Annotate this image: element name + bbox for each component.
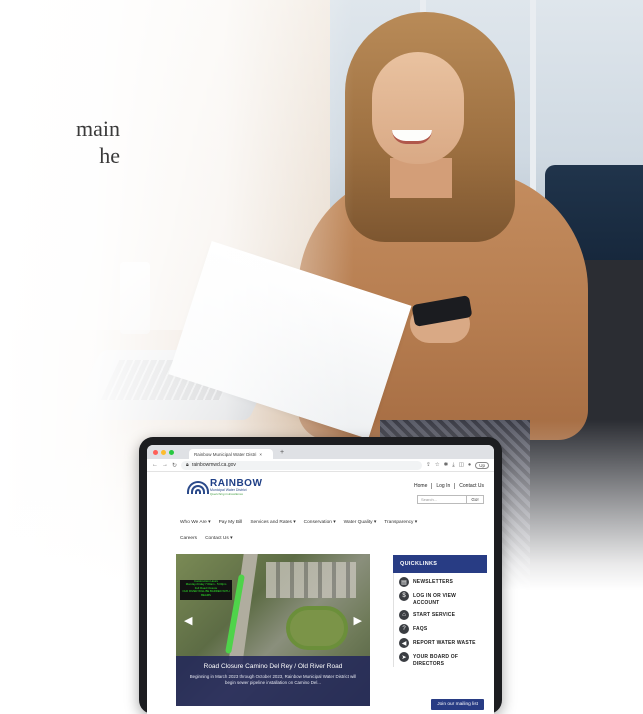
tab-close-icon[interactable]: × <box>259 452 262 457</box>
bookmark-star-icon[interactable]: ☆ <box>435 462 440 468</box>
quicklinks-heading: QUICKLINKS <box>393 555 487 573</box>
construction-sign: Construction Hours Monday-Friday 7:00am … <box>180 579 232 600</box>
slide-caption: Road Closure Camino Del Rey / Old River … <box>176 656 370 706</box>
megaphone-icon: ◀ <box>399 638 409 648</box>
sidebar-icon[interactable]: ◫ <box>459 462 464 468</box>
site-search: Search... Go! <box>417 495 484 504</box>
browser-tab-bar: Rainbow Municipal Water Distri × + <box>147 445 494 459</box>
download-icon[interactable]: ⤓ <box>452 462 454 469</box>
minimize-window-dot[interactable] <box>161 449 166 455</box>
update-button[interactable]: Up <box>475 461 489 469</box>
nav-conservation[interactable]: Conservation ▾ <box>304 520 336 525</box>
headline-line-2: he <box>99 143 120 168</box>
contact-us-link[interactable]: Contact Us <box>459 483 484 489</box>
headline-line-1: main <box>76 116 120 141</box>
rainbow-arc-icon <box>187 480 209 494</box>
tab-title: Rainbow Municipal Water Distri <box>194 451 257 457</box>
share-icon[interactable]: ⇪ <box>426 462 431 468</box>
quicklinks-panel: QUICKLINKS ▤ NEWSLETTERS $ LOG IN OR VIE… <box>393 555 487 706</box>
newsletter-icon: ▤ <box>399 577 409 587</box>
address-bar[interactable]: 🔒︎ rainbowmwd.ca.gov <box>181 460 423 470</box>
quicklink-start-service[interactable]: ⌂ START SERVICE <box>399 610 487 620</box>
home-icon: ⌂ <box>399 610 409 620</box>
url-text: rainbowmwd.ca.gov <box>191 462 236 468</box>
maximize-window-dot[interactable] <box>169 449 174 455</box>
nav-careers[interactable]: Careers <box>180 536 197 541</box>
quicklink-report-water-waste[interactable]: ◀ REPORT WATER WASTE <box>399 638 487 648</box>
arrow-icon: ➤ <box>399 652 409 662</box>
login-link[interactable]: Log In <box>436 483 450 489</box>
content-area: Construction Hours Monday-Friday 7:00am … <box>147 546 494 706</box>
forward-icon[interactable]: → <box>162 462 168 468</box>
site-header: RAINBOW Municipal Water District Quenchi… <box>147 472 494 514</box>
headline: main he <box>0 115 120 169</box>
quicklink-log-in[interactable]: $ LOG IN OR VIEW ACCOUNT <box>399 591 487 606</box>
chevron-left-icon[interactable]: ◀ <box>184 614 192 627</box>
search-input[interactable]: Search... <box>417 495 467 504</box>
quicklink-board-of-directors[interactable]: ➤ YOUR BOARD OF DIRECTORS <box>399 652 487 667</box>
dollar-icon: $ <box>399 591 409 601</box>
browser-tab[interactable]: Rainbow Municipal Water Distri × <box>189 449 273 459</box>
join-mailing-list-button[interactable]: Join our mailing list <box>431 699 484 710</box>
tablet-screen: Rainbow Municipal Water Distri × + ← → ↻… <box>147 445 494 714</box>
track-field <box>286 606 348 650</box>
nav-contact-us[interactable]: Contact Us ▾ <box>205 536 232 541</box>
nav-services-and-rates[interactable]: Services and Rates ▾ <box>250 520 295 525</box>
quicklink-newsletters[interactable]: ▤ NEWSLETTERS <box>399 577 487 587</box>
chevron-right-icon[interactable]: ▶ <box>354 614 362 627</box>
close-window-dot[interactable] <box>153 449 158 455</box>
quicklink-faqs[interactable]: ? FAQS <box>399 624 487 634</box>
logo-tagline: Quenching in Excellence <box>210 492 244 496</box>
nav-pay-my-bill[interactable]: Pay My Bill <box>219 520 243 525</box>
news-slider[interactable]: Construction Hours Monday-Friday 7:00am … <box>176 554 370 706</box>
new-tab-icon[interactable]: + <box>280 449 284 456</box>
nav-transparency[interactable]: Transparency ▾ <box>384 520 417 525</box>
home-link[interactable]: Home <box>414 483 427 489</box>
slide-title[interactable]: Road Closure Camino Del Rey / Old River … <box>176 663 370 670</box>
tablet-device: Rainbow Municipal Water Distri × + ← → ↻… <box>139 437 502 714</box>
nav-water-quality[interactable]: Water Quality ▾ <box>344 520 377 525</box>
profile-icon[interactable]: ● <box>468 462 471 468</box>
nav-who-we-are[interactable]: Who We Are ▾ <box>180 520 211 525</box>
reload-icon[interactable]: ↻ <box>172 462 177 469</box>
question-icon: ? <box>399 624 409 634</box>
top-links: Home Log In Contact Us <box>414 483 484 489</box>
search-go-button[interactable]: Go! <box>467 495 484 504</box>
rainbow-logo[interactable]: RAINBOW Municipal Water District Quenchi… <box>187 478 262 496</box>
back-icon[interactable]: ← <box>152 462 158 468</box>
slide-body: Beginning in March 2023 through October … <box>189 674 357 685</box>
main-nav: Who We Are ▾ Pay My Bill Services and Ra… <box>147 514 494 546</box>
browser-toolbar: ← → ↻ 🔒︎ rainbowmwd.ca.gov ⇪ ☆ ✱ ⤓ ◫ ● U… <box>147 459 494 472</box>
extensions-icon[interactable]: ✱ <box>444 462 449 468</box>
lock-icon: 🔒︎ <box>186 462 189 468</box>
